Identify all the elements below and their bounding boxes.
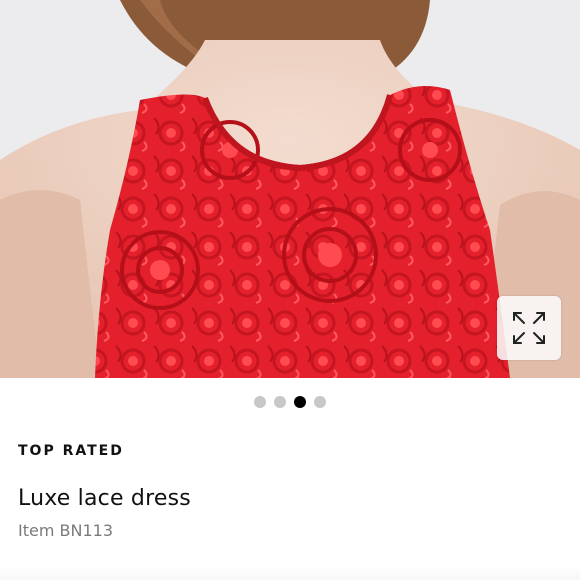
expand-image-button[interactable]	[497, 296, 561, 360]
carousel-dot-4[interactable]	[314, 396, 326, 408]
bottom-fade	[0, 566, 580, 580]
expand-arrows-icon	[513, 312, 545, 344]
carousel-dot-2[interactable]	[274, 396, 286, 408]
item-number: Item BN113	[18, 521, 113, 540]
carousel-dot-3-active[interactable]	[294, 396, 306, 408]
product-page: TOP RATED Luxe lace dress Item BN113	[0, 0, 580, 580]
product-photo	[0, 0, 580, 378]
product-title: Luxe lace dress	[18, 486, 191, 511]
product-image[interactable]	[0, 0, 580, 378]
top-rated-badge: TOP RATED	[18, 443, 124, 459]
carousel-dots	[0, 396, 580, 408]
carousel-dot-1[interactable]	[254, 396, 266, 408]
